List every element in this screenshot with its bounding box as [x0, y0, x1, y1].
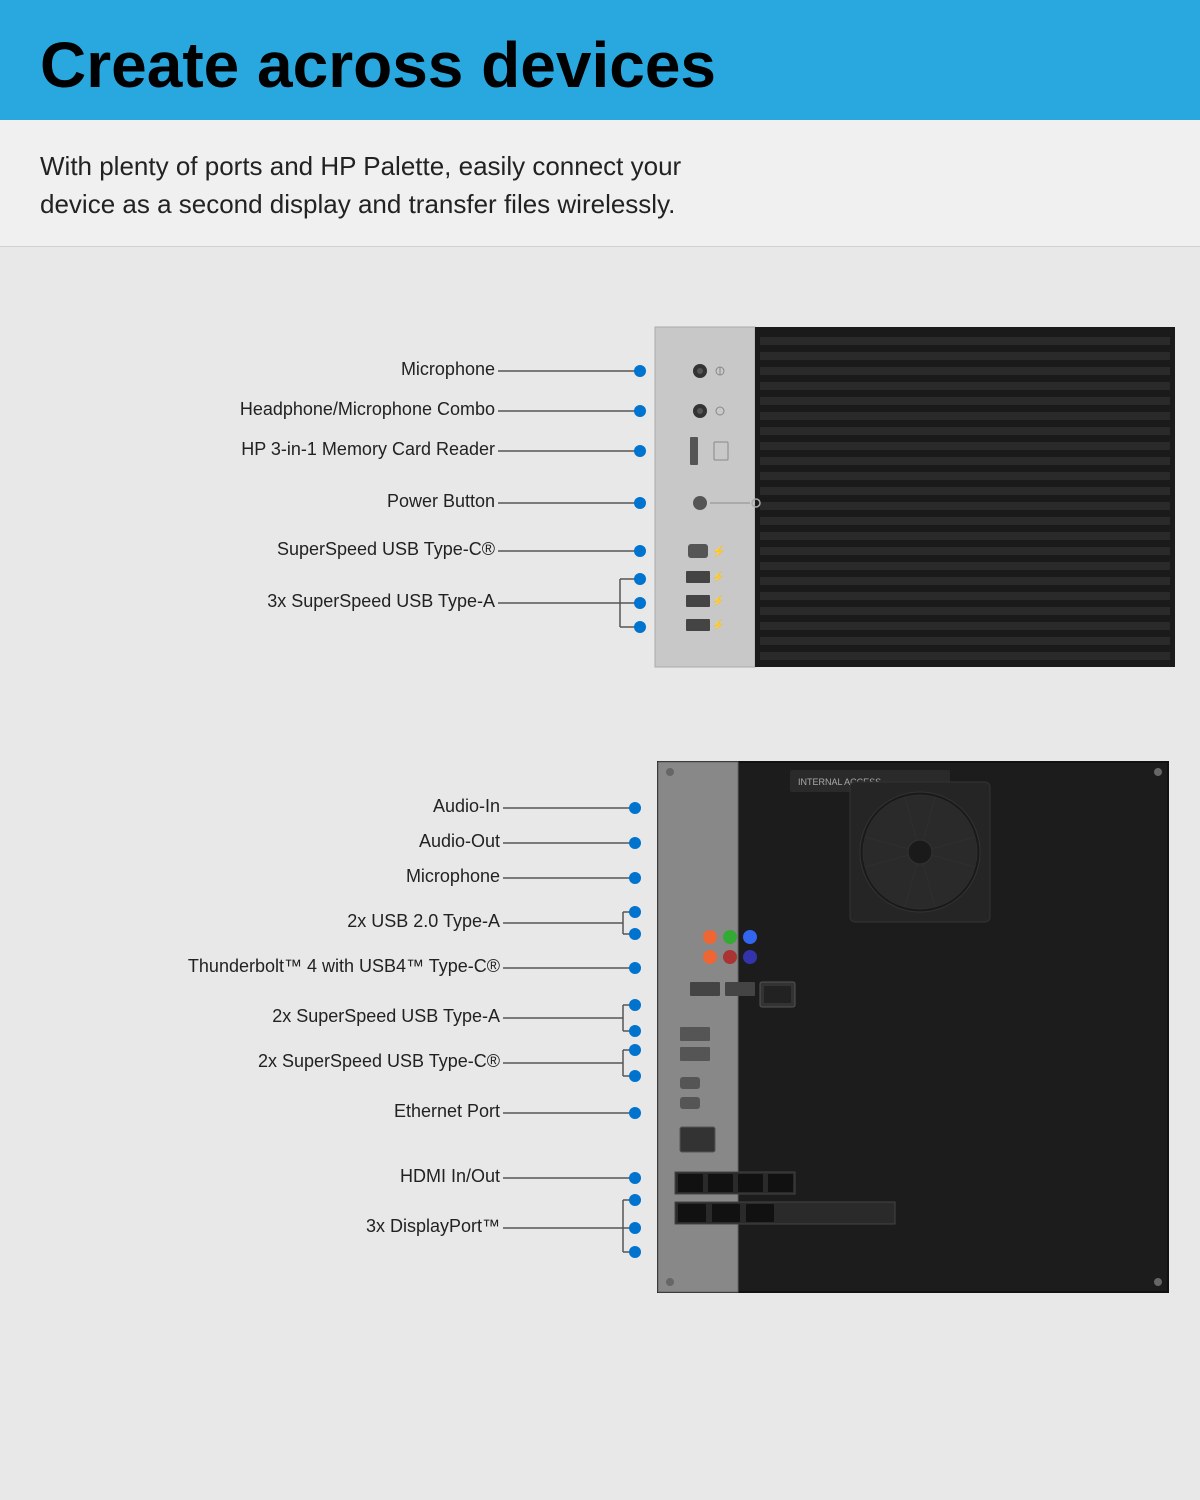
- hdmi-port-v1: [678, 1174, 703, 1192]
- dot-usb2-2: [629, 928, 641, 940]
- back-panel-section: Audio-In Audio-Out Microphone 2x USB 2.0…: [30, 722, 1170, 1337]
- ss-usb-c-v2: [680, 1097, 700, 1109]
- page-title: Create across devices: [40, 30, 1160, 100]
- svg-text:⚡: ⚡: [712, 570, 724, 583]
- back-label-audio-out: Audio-Out: [419, 831, 500, 851]
- svg-text:⚡: ⚡: [712, 618, 724, 631]
- label-microphone: Microphone: [401, 359, 495, 379]
- dot-memory: [634, 445, 646, 457]
- label-power-button: Power Button: [387, 491, 495, 511]
- dot-ethernet: [629, 1107, 641, 1119]
- dot-ss-usb-c2: [629, 1070, 641, 1082]
- back-label-usb2: 2x USB 2.0 Type-A: [347, 911, 500, 931]
- hdmi-port-v4: [768, 1174, 793, 1192]
- ss-usb-a-v1: [680, 1027, 710, 1041]
- dot-usb-a3: [634, 621, 646, 633]
- screw2: [1154, 768, 1162, 776]
- dot-ss-usb-c1: [629, 1044, 641, 1056]
- subtitle-text: With plenty of ports and HP Palette, eas…: [40, 148, 740, 223]
- dot-power: [634, 497, 646, 509]
- usb-c-port: [688, 544, 708, 558]
- usb-a-port3: [686, 619, 710, 631]
- dot-usb-c: [634, 545, 646, 557]
- dot-mic-back: [629, 872, 641, 884]
- power-btn-visual: [693, 496, 707, 510]
- svg-text:⚡: ⚡: [712, 594, 724, 607]
- audio-jack-green: [723, 930, 737, 944]
- front-panel-dark: [755, 327, 1175, 667]
- label-usb-c: SuperSpeed USB Type-C®: [277, 539, 495, 559]
- audio-jack-red: [703, 930, 717, 944]
- back-label-ss-usb-a: 2x SuperSpeed USB Type-A: [272, 1006, 500, 1026]
- dp-port3: [746, 1204, 774, 1222]
- front-panel-section: Microphone Headphone/Microphone Combo HP…: [30, 277, 1170, 712]
- dot-microphone: [634, 365, 646, 377]
- screw4: [1154, 1278, 1162, 1286]
- dot-usb-a2: [634, 597, 646, 609]
- usb-a-port2: [686, 595, 710, 607]
- hdmi-port-v3: [738, 1174, 763, 1192]
- back-panel-diagram: Audio-In Audio-Out Microphone 2x USB 2.0…: [40, 742, 1180, 1302]
- dp-section: [675, 1202, 895, 1224]
- dot-audio-out: [629, 837, 641, 849]
- back-label-ethernet: Ethernet Port: [394, 1101, 500, 1121]
- dot-ss-usb-a2: [629, 1025, 641, 1037]
- front-panel-silver: [655, 327, 755, 667]
- audio-jack-red2: [703, 950, 717, 964]
- dot-thunderbolt: [629, 962, 641, 974]
- dot-dp3: [629, 1246, 641, 1258]
- svg-text:⚡: ⚡: [712, 545, 726, 558]
- label-memory-card: HP 3-in-1 Memory Card Reader: [241, 439, 495, 459]
- subtitle-section: With plenty of ports and HP Palette, eas…: [0, 120, 1200, 246]
- content-area: Microphone Headphone/Microphone Combo HP…: [0, 247, 1200, 1367]
- header-section: Create across devices: [0, 0, 1200, 120]
- back-label-microphone: Microphone: [406, 866, 500, 886]
- usb2-port-visual2: [725, 982, 755, 996]
- card-slot: [690, 437, 698, 465]
- dot-dp2: [629, 1222, 641, 1234]
- ss-usb-a-v2: [680, 1047, 710, 1061]
- ss-usb-c-v1: [680, 1077, 700, 1089]
- back-label-ss-usb-c: 2x SuperSpeed USB Type-C®: [258, 1051, 500, 1071]
- dot-dp1: [629, 1194, 641, 1206]
- dot-ss-usb-a1: [629, 999, 641, 1011]
- dot-hdmi: [629, 1172, 641, 1184]
- screw3: [666, 1278, 674, 1286]
- front-panel-diagram: Microphone Headphone/Microphone Combo HP…: [40, 297, 1180, 677]
- dp-port2: [712, 1204, 740, 1222]
- label-headphone-combo: Headphone/Microphone Combo: [240, 399, 495, 419]
- back-label-hdmi: HDMI In/Out: [400, 1166, 500, 1186]
- dp-port1: [678, 1204, 706, 1222]
- dot-audio-in: [629, 802, 641, 814]
- label-usb-a: 3x SuperSpeed USB Type-A: [267, 591, 495, 611]
- audio-jack-blue2: [743, 950, 757, 964]
- back-label-thunderbolt: Thunderbolt™ 4 with USB4™ Type-C®: [188, 956, 500, 976]
- hdmi-port-v2: [708, 1174, 733, 1192]
- dot-usb-a1: [634, 573, 646, 585]
- ethernet-port-v2: [680, 1127, 715, 1152]
- screw1: [666, 768, 674, 776]
- fan-blades: [863, 795, 977, 909]
- audio-jack-red3: [723, 950, 737, 964]
- dot-headphone: [634, 405, 646, 417]
- dot-usb2-1: [629, 906, 641, 918]
- audio-jack-blue: [743, 930, 757, 944]
- usb2-port-visual1: [690, 982, 720, 996]
- back-label-displayport: 3x DisplayPort™: [366, 1216, 500, 1236]
- usb-a-port1: [686, 571, 710, 583]
- back-label-audio-in: Audio-In: [433, 796, 500, 816]
